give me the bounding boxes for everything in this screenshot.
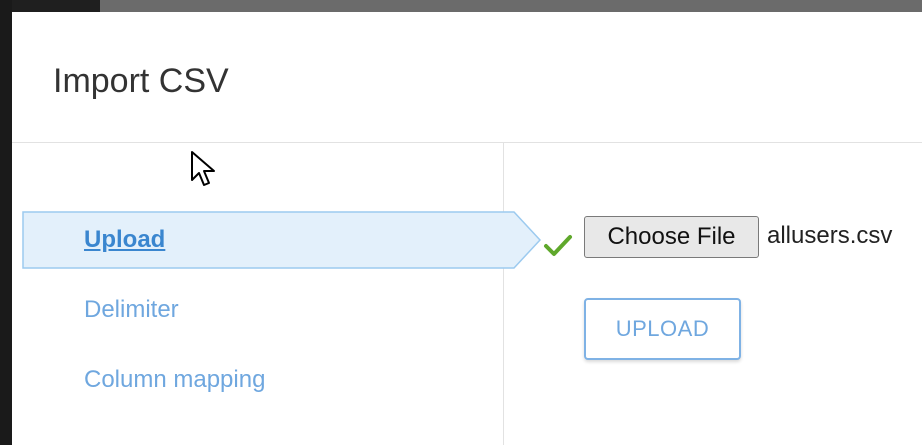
selected-file-name: allusers.csv <box>767 222 893 249</box>
mouse-cursor-icon <box>191 151 215 186</box>
header-divider <box>12 142 922 143</box>
step-upload-label: Upload <box>84 226 166 253</box>
check-icon <box>544 235 572 256</box>
step-delimiter[interactable]: Delimiter <box>22 281 542 339</box>
choose-file-button[interactable]: Choose File <box>584 216 759 258</box>
dialog-title: Import CSV <box>53 62 229 100</box>
window-top-edge <box>0 0 922 12</box>
upload-button[interactable]: UPLOAD <box>584 298 741 360</box>
step-delimiter-label: Delimiter <box>84 296 179 323</box>
step-column-mapping[interactable]: Column mapping <box>22 351 542 409</box>
window-top-edge-dark <box>0 0 100 12</box>
import-csv-dialog: Import CSV Upload Delimiter Column mappi… <box>12 12 922 445</box>
step-column-mapping-label: Column mapping <box>84 366 266 393</box>
step-upload[interactable]: Upload <box>22 211 542 269</box>
window-left-edge <box>0 0 12 445</box>
